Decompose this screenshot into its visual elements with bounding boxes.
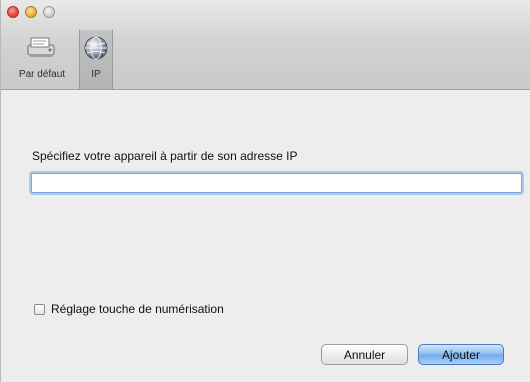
toolbar-item-default-label: Par défaut <box>18 69 66 80</box>
zoom-window-button[interactable] <box>43 6 55 18</box>
network-globe-icon <box>82 34 110 65</box>
scan-button-setting-label: Réglage touche de numérisation <box>51 302 224 316</box>
toolbar-item-default[interactable]: Par défaut <box>6 30 78 86</box>
toolbar-item-ip-label: IP <box>91 69 101 80</box>
scanner-printer-icon <box>26 34 58 63</box>
ip-prompt-label: Spécifiez votre appareil à partir de son… <box>32 149 298 163</box>
scan-button-setting-checkbox[interactable] <box>34 303 45 315</box>
add-button[interactable]: Ajouter <box>418 344 504 365</box>
close-window-button[interactable] <box>7 6 19 18</box>
title-toolbar: Par défaut IP <box>1 0 530 90</box>
cancel-button[interactable]: Annuler <box>321 344 408 365</box>
toolbar-item-ip[interactable]: IP <box>79 30 113 89</box>
main-panel: Spécifiez votre appareil à partir de son… <box>2 90 530 382</box>
scan-button-setting-row[interactable]: Réglage touche de numérisation <box>34 302 224 316</box>
add-device-window: Par défaut IP Spécifiez votre appareil à… <box>0 0 530 382</box>
minimize-window-button[interactable] <box>25 6 37 18</box>
ip-address-input[interactable] <box>31 173 522 193</box>
